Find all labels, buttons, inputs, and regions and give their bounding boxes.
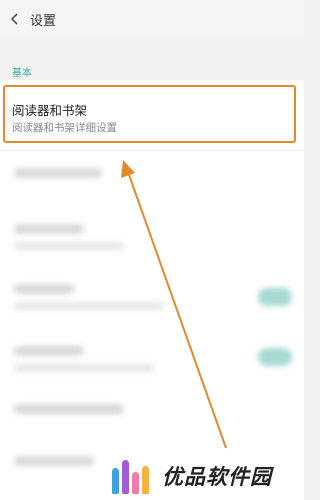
annotation-arrow bbox=[121, 160, 227, 449]
watermark-logo-icon bbox=[112, 458, 152, 494]
watermark-text: 优品软件园 bbox=[162, 465, 272, 489]
watermark: 优品软件园 bbox=[104, 452, 304, 500]
